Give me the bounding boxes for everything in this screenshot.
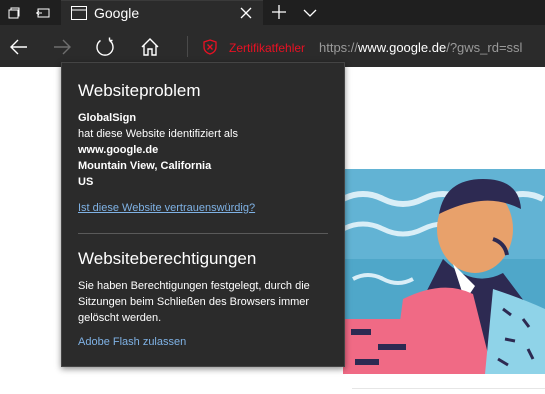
identified-country: US (78, 176, 94, 188)
url-path: /?gws_rd=ssl (446, 40, 523, 55)
permissions-line-2: Sitzungen beim Schließen des Browsers im… (78, 296, 310, 308)
permissions-line-3: gelöscht werden. (78, 312, 162, 324)
identified-text: hat diese Website identifiziert als (78, 128, 238, 140)
identified-location: Mountain View, California (78, 160, 212, 172)
back-arrow-icon (10, 39, 27, 55)
google-doodle-image[interactable] (343, 169, 545, 374)
certificate-error-label[interactable]: Zertifikatfehler (229, 41, 305, 55)
refresh-button[interactable] (92, 34, 118, 60)
allow-flash-link[interactable]: Adobe Flash zulassen (78, 336, 186, 348)
shield-error-icon[interactable] (202, 39, 218, 55)
tab-title: Google (94, 5, 140, 21)
page-divider (352, 388, 545, 389)
toolbar-divider (187, 36, 188, 57)
identified-domain: www.google.de (78, 144, 159, 156)
tab-strip: Google (0, 0, 545, 26)
page-icon (71, 6, 87, 20)
address-bar[interactable]: https://www.google.de/?gws_rd=ssl (319, 40, 522, 55)
forward-arrow-icon (54, 39, 71, 55)
home-button[interactable] (137, 34, 163, 60)
set-aside-tabs-icon[interactable] (29, 0, 57, 25)
home-icon (141, 38, 159, 56)
close-tab-icon[interactable] (237, 3, 255, 23)
site-info-flyout: Websiteproblem GlobalSign hat diese Webs… (61, 62, 345, 367)
issuer-name: GlobalSign (78, 112, 137, 124)
refresh-icon (96, 37, 114, 56)
certificate-details: GlobalSign hat diese Website identifizie… (78, 110, 238, 190)
navigation-bar: Zertifikatfehler https://www.google.de/?… (0, 25, 545, 67)
permissions-description: Sie haben Berechtigungen festgelegt, dur… (78, 278, 310, 326)
flyout-divider (78, 233, 328, 234)
url-scheme: https:// (319, 40, 359, 55)
trust-site-link[interactable]: Ist diese Website vertrauenswürdig? (78, 202, 255, 214)
new-tab-icon[interactable] (268, 0, 290, 25)
url-host: www.google.de (358, 40, 447, 55)
back-button[interactable] (6, 34, 32, 60)
website-problem-heading: Websiteproblem (78, 81, 201, 100)
chevron-down-icon[interactable] (299, 0, 321, 25)
active-tab[interactable]: Google (61, 0, 263, 26)
tab-overview-icon[interactable] (0, 0, 28, 25)
website-permissions-heading: Websiteberechtigungen (78, 249, 257, 268)
forward-button[interactable] (49, 34, 75, 60)
permissions-line-1: Sie haben Berechtigungen festgelegt, dur… (78, 280, 310, 292)
